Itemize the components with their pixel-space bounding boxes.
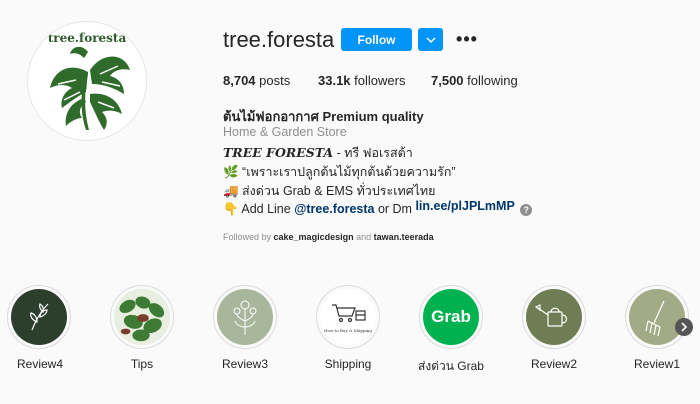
highlight-shipping-label: Shipping (324, 357, 372, 371)
chevron-down-icon (425, 36, 436, 43)
following-number: 7,500 (431, 73, 464, 88)
highlight-review1[interactable] (625, 285, 689, 349)
profile-avatar[interactable]: tree.foresta (27, 21, 147, 141)
followed-by-prefix: Followed by (223, 232, 274, 242)
highlight-review1-label: Review1 (633, 357, 681, 371)
followers-label: followers (354, 73, 406, 88)
posts-number: 8,704 (223, 73, 256, 88)
bio-brand: TREE FORESTA (223, 145, 334, 160)
rake-tool-icon (645, 300, 665, 337)
highlight-review2-cover (526, 289, 582, 345)
flower-sketch-icon (233, 300, 257, 335)
highlights-next-button[interactable] (675, 318, 693, 336)
link-help-icon[interactable]: ? (520, 203, 533, 216)
followed-by-user-2[interactable]: tawan.teerada (374, 232, 434, 242)
highlight-review1-cover (629, 289, 685, 345)
watering-can-icon (534, 304, 568, 327)
profile-username: tree.foresta (223, 27, 335, 52)
highlight-review4-cover (11, 289, 67, 345)
following-label: following (467, 73, 518, 88)
bio-brand-line: TREE FORESTA - ทรี ฟอเรสต้า (223, 143, 413, 163)
highlight-review4-label: Review4 (16, 357, 64, 371)
highlight-grab-label: ส่งด่วน Grab (418, 359, 484, 373)
leaf-branch-icon (30, 303, 49, 331)
highlight-grab-cover: Grab (423, 289, 479, 345)
bio-line-1-text: “เพราะเราปลูกต้นไม้ทุกต้นด้วยความรัก” (238, 165, 456, 179)
bio-line-2: 🚚 ส่งด่วน Grab & EMS ทั่วประเทศไทย (223, 181, 436, 201)
highlight-shipping-cover: How to Buy & Shipping (320, 289, 376, 345)
bio-category: Home & Garden Store (223, 125, 347, 139)
plants-photo-icon (114, 289, 170, 345)
highlight-tips-cover (114, 289, 170, 345)
posts-label: posts (259, 73, 291, 88)
highlight-grab[interactable]: Grab (419, 285, 483, 349)
pointing-down-emoji-icon: 👇 (223, 202, 239, 216)
highlight-review3-label: Review3 (221, 357, 269, 371)
highlight-review2-label: Review2 (530, 357, 578, 371)
bio-line-3-text: Add Line (238, 202, 295, 216)
monstera-leaf-icon (50, 46, 130, 130)
highlight-tips[interactable] (110, 285, 174, 349)
line-mention-link[interactable]: @tree.foresta (294, 202, 374, 216)
highlight-shipping[interactable]: How to Buy & Shipping (316, 285, 380, 349)
highlight-review2[interactable] (522, 285, 586, 349)
truck-emoji-icon: 🚚 (223, 184, 239, 198)
followed-by-user-1[interactable]: cake_magicdesign (274, 232, 354, 242)
highlight-review3[interactable] (213, 285, 277, 349)
followers-link[interactable]: 33.1k followers (318, 73, 405, 88)
highlight-tips-label: Tips (130, 357, 154, 371)
bio-line-3: 👇 Add Line @tree.foresta or Dm lin.ee/pl… (223, 199, 533, 217)
chevron-right-icon (681, 322, 688, 332)
highlight-review4[interactable] (7, 285, 71, 349)
highlight-review3-cover (217, 289, 273, 345)
leaf-emoji-icon: 🌿 (223, 165, 239, 179)
grab-logo-text: Grab (431, 307, 471, 326)
more-options-button[interactable]: ••• (456, 29, 477, 49)
followed-by: Followed by cake_magicdesign and tawan.t… (223, 232, 434, 242)
posts-count: 8,704 posts (223, 73, 290, 88)
bio-line-3-mid: or Dm (374, 202, 416, 216)
shipping-cart-icon (332, 304, 366, 323)
followers-number: 33.1k (318, 73, 351, 88)
follow-button[interactable]: Follow (341, 28, 412, 51)
followed-by-and: and (353, 232, 374, 242)
bio-brand-suffix: - ทรี ฟอเรสต้า (333, 146, 413, 160)
bio-line-2-text: ส่งด่วน Grab & EMS ทั่วประเทศไทย (238, 184, 436, 198)
shipping-cover-text: How to Buy & Shipping (324, 328, 372, 333)
suggested-dropdown-button[interactable] (418, 28, 443, 51)
following-link[interactable]: 7,500 following (431, 73, 518, 88)
bio-website-link[interactable]: lin.ee/plJPLmMP (415, 199, 514, 213)
bio-line-1: 🌿 “เพราะเราปลูกต้นไม้ทุกต้นด้วยความรัก” (223, 162, 456, 182)
bio-name: ต้นไม้ฟอกอากาศ Premium quality (223, 109, 424, 124)
